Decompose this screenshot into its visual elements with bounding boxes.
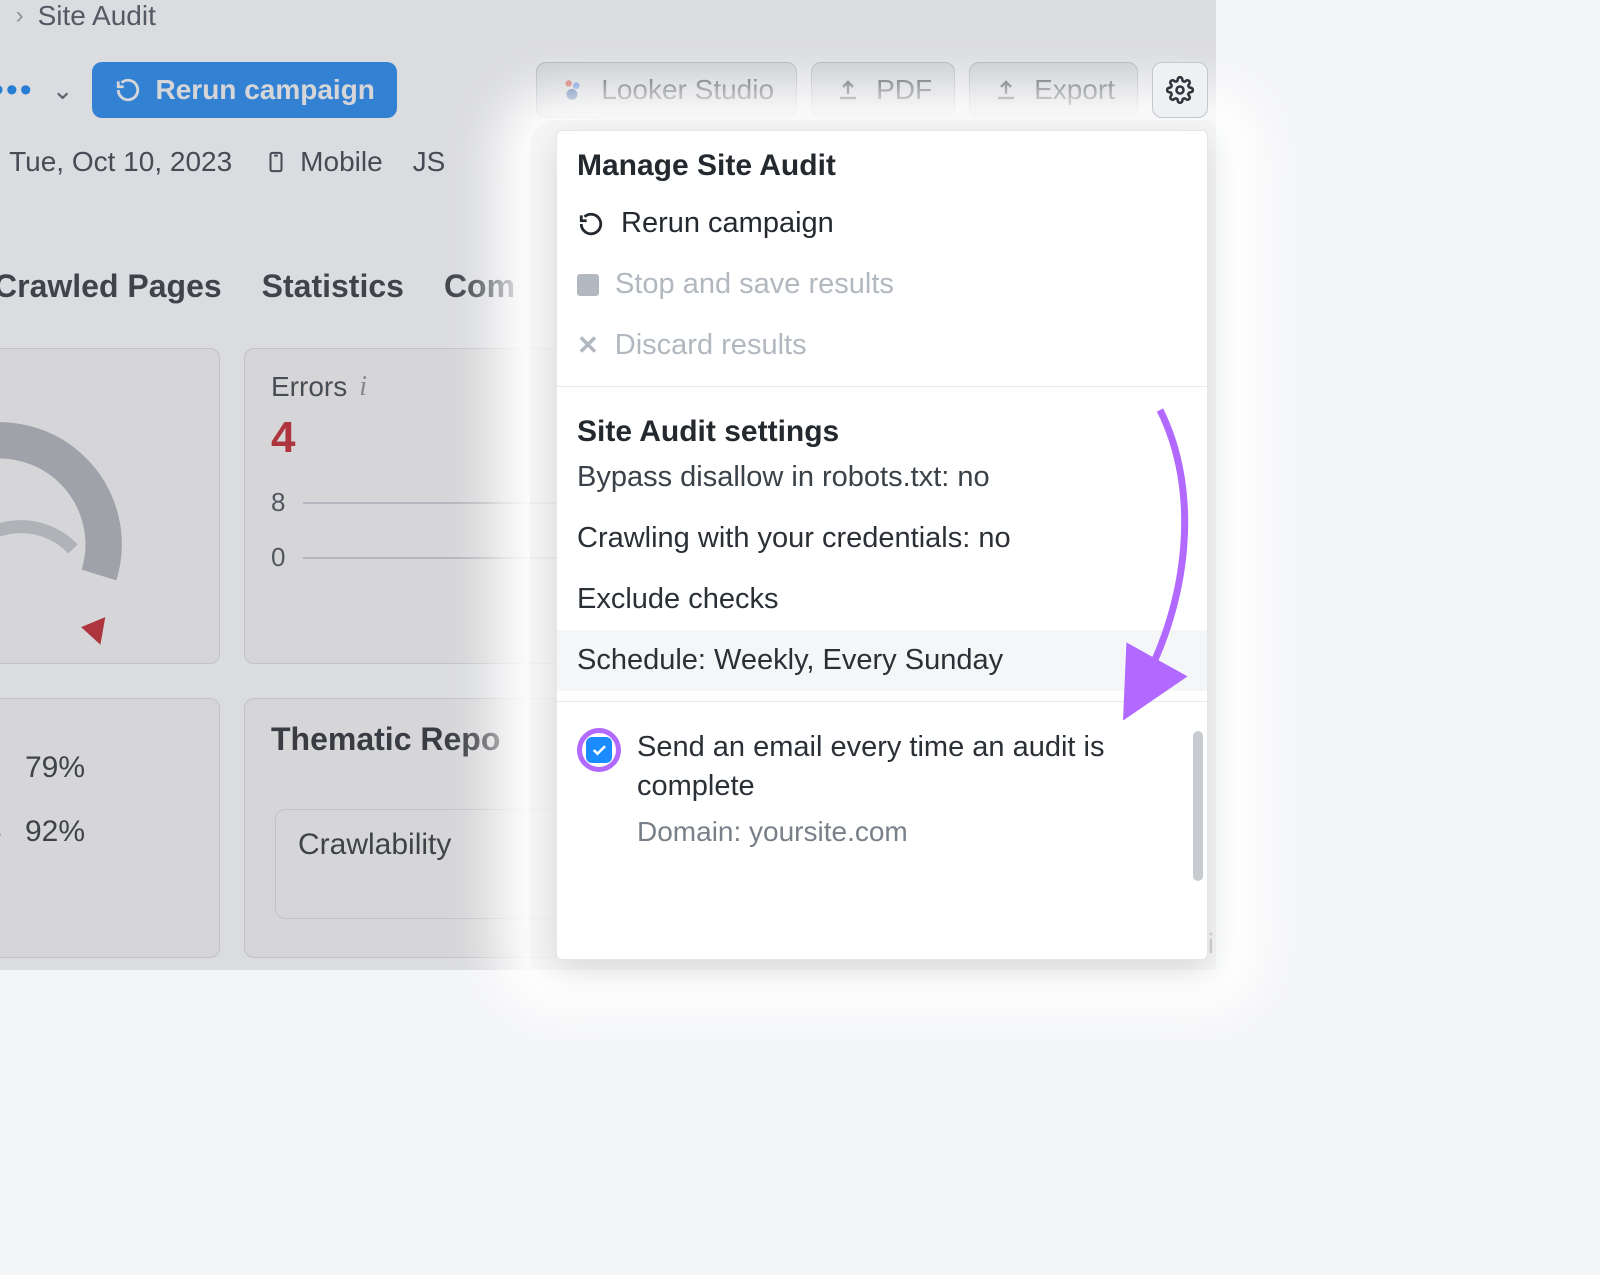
setting-email-notify[interactable]: Send an email every time an audit is com… xyxy=(557,712,1207,816)
divider xyxy=(557,386,1207,387)
panel-stop-save: Stop and save results xyxy=(557,254,1207,315)
notify-domain: Domain: yoursite.com xyxy=(557,816,1207,866)
site-audit-settings-heading: Site Audit settings xyxy=(557,397,1207,459)
setting-exclude-checks[interactable]: Exclude checks xyxy=(557,569,1207,630)
setting-bypass-robots[interactable]: Bypass disallow in robots.txt: no xyxy=(557,459,1207,508)
notify-label: Send an email every time an audit is com… xyxy=(637,728,1187,806)
refresh-icon xyxy=(577,210,605,238)
close-icon: ✕ xyxy=(577,330,599,361)
checkbox-highlight-ring xyxy=(577,728,621,772)
gear-icon xyxy=(1166,76,1194,104)
settings-button[interactable] xyxy=(1152,62,1208,118)
panel-rerun-label: Rerun campaign xyxy=(621,207,834,240)
checkbox-checked-icon[interactable] xyxy=(586,737,612,763)
panel-rerun-campaign[interactable]: Rerun campaign xyxy=(557,193,1207,254)
settings-dropdown-panel: Manage Site Audit Rerun campaign Stop an… xyxy=(556,130,1208,960)
panel-discard-label: Discard results xyxy=(615,329,807,362)
scrollbar-thumb[interactable] xyxy=(1193,731,1203,881)
setting-crawl-credentials[interactable]: Crawling with your credentials: no xyxy=(557,508,1207,569)
setting-schedule[interactable]: Schedule: Weekly, Every Sunday xyxy=(557,630,1207,691)
stop-icon xyxy=(577,274,599,296)
panel-stop-label: Stop and save results xyxy=(615,268,894,301)
manage-site-audit-heading: Manage Site Audit xyxy=(557,131,1207,193)
divider xyxy=(557,701,1207,702)
panel-discard: ✕ Discard results xyxy=(557,315,1207,376)
